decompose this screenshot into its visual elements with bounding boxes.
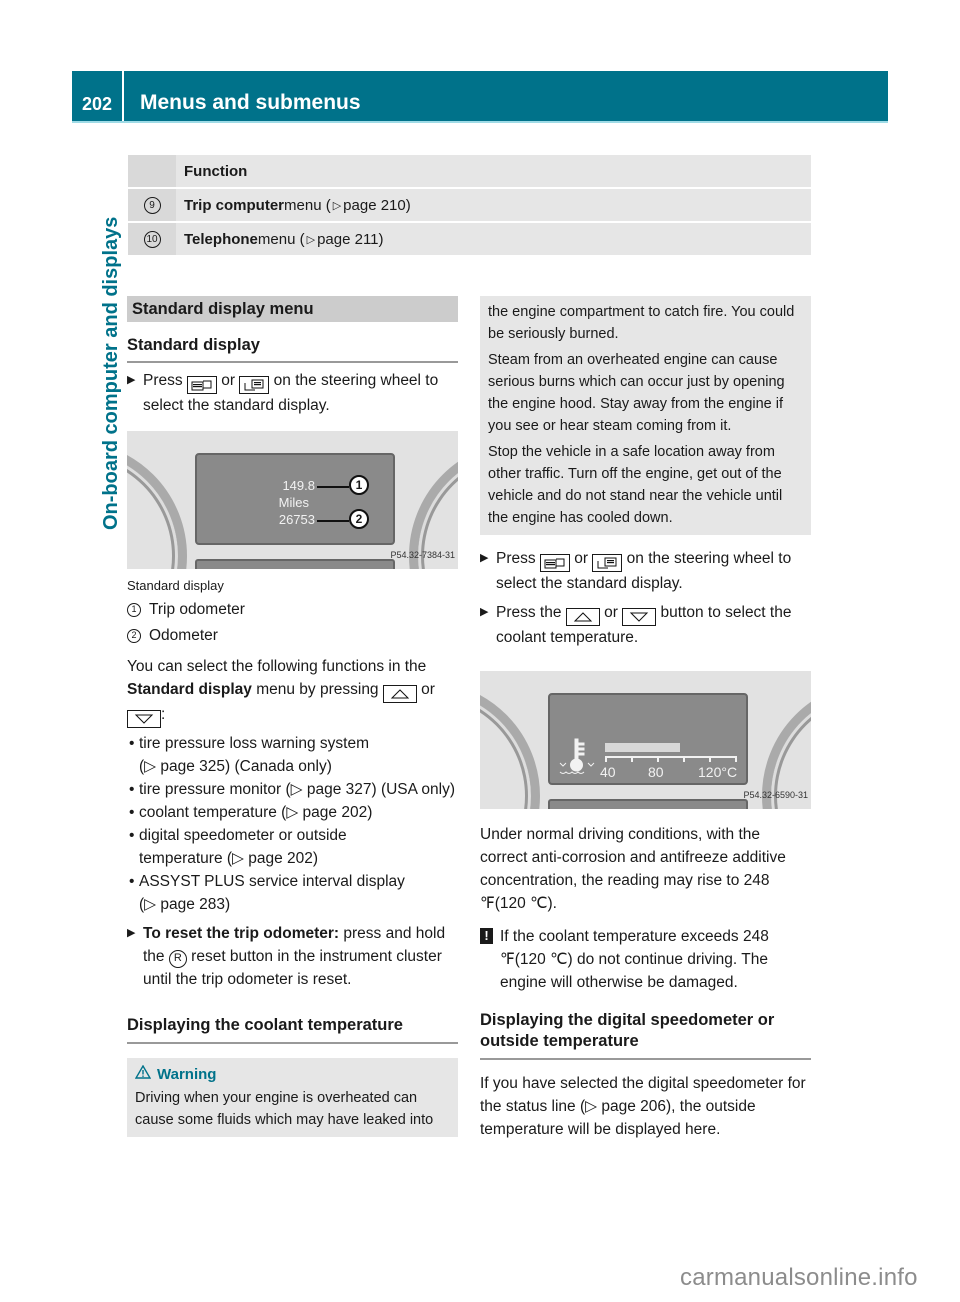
list-item: tire pressure loss warning system(▷ page… xyxy=(127,732,458,778)
speedometer-gauge xyxy=(127,441,187,569)
step-arrow-icon: ▶ xyxy=(127,374,136,386)
scale-label-80: 80 xyxy=(648,764,664,780)
instruction-step: ▶ Press the or button to select the cool… xyxy=(480,601,811,649)
function-list: tire pressure loss warning system(▷ page… xyxy=(127,732,458,916)
list-item: ASSYST PLUS service interval display(▷ p… xyxy=(127,870,458,916)
page-title: Menus and submenus xyxy=(140,91,361,114)
gauge-scale-line xyxy=(605,756,735,758)
gauge-tick xyxy=(657,756,659,762)
gauge-tick xyxy=(709,756,711,762)
list-item: coolant temperature (▷ page 202) xyxy=(127,801,458,824)
caution-note: ! If the coolant temperature exceeds 248… xyxy=(480,925,811,994)
trip-odometer-value: 149.8 xyxy=(282,478,315,493)
page-number: 202 xyxy=(72,71,124,121)
warning-triangle-icon xyxy=(134,1064,152,1086)
header-divider xyxy=(72,121,888,123)
page-header: 202 Menus and submenus xyxy=(72,71,888,121)
speedometer-gauge xyxy=(480,681,540,809)
page-ref-link[interactable]: page 211) xyxy=(317,231,383,248)
list-item: digital speedometer or outsidetemperatur… xyxy=(127,824,458,870)
gauge-tick xyxy=(735,756,737,762)
reset-button-icon: R xyxy=(168,949,187,968)
warning-box: Warning Driving when your engine is over… xyxy=(127,1058,458,1137)
display-forward-key-icon xyxy=(592,554,623,572)
instruction-step: ▶ To reset the trip odometer: press and … xyxy=(127,922,458,991)
warning-title: Warning xyxy=(157,1066,217,1083)
legend-item: 1 Trip odometer xyxy=(127,598,458,621)
figure-code: P54.32-7384-31 xyxy=(390,550,455,560)
coolant-gauge-graphic: 40 80 120°C xyxy=(559,738,737,780)
caution-icon: ! xyxy=(480,928,493,944)
page-ref-link[interactable]: page 210) xyxy=(343,197,411,214)
right-column: the engine compartment to catch fire. Yo… xyxy=(480,296,811,1141)
speedometer-heading: Displaying the digital speedometer or ou… xyxy=(480,994,811,1060)
table-header-function: Function xyxy=(184,162,248,180)
figure-code: P54.32-6590-31 xyxy=(743,790,808,800)
figure-caption: Standard display xyxy=(127,578,224,593)
gauge-tick xyxy=(683,756,685,762)
coolant-thermometer-icon xyxy=(559,738,595,774)
warning-text: Driving when your engine is overheated c… xyxy=(135,1090,434,1128)
page-ref-link[interactable]: ▷ page 206 xyxy=(585,1098,666,1115)
left-column: Standard display menu Standard display ▶… xyxy=(127,296,458,1137)
item-number-badge: 10 xyxy=(143,230,161,248)
step-arrow-icon: ▶ xyxy=(127,927,136,939)
gauge-tick xyxy=(605,756,607,762)
odometer-value: 26753 xyxy=(278,512,315,527)
up-key-icon xyxy=(565,608,600,626)
instruction-step: ▶ Press or on the steering wheel to sele… xyxy=(480,547,811,595)
page-ref-arrow-icon: ▷ xyxy=(332,199,342,212)
step-arrow-icon: ▶ xyxy=(480,552,489,564)
down-key-icon xyxy=(127,710,161,728)
callout-1: 1 xyxy=(349,475,369,495)
item-number-badge: 9 xyxy=(143,196,161,214)
up-key-icon xyxy=(382,685,417,703)
scale-label-40: 40 xyxy=(600,764,616,780)
row-title: Telephone xyxy=(184,230,258,248)
coolant-heading: Displaying the coolant temperature xyxy=(127,991,458,1044)
table-row: 10 Telephone menu (▷ page 211) xyxy=(128,223,811,257)
table-header-row: Function xyxy=(128,155,811,189)
display-forward-key-icon xyxy=(239,376,270,394)
normal-conditions-paragraph: Under normal driving conditions, with th… xyxy=(480,826,786,912)
step-arrow-icon: ▶ xyxy=(480,606,489,618)
display-back-key-icon xyxy=(186,376,217,394)
instruction-step: ▶ Press or on the steering wheel to sele… xyxy=(127,369,458,417)
speedometer-paragraph: If you have selected the digital speedom… xyxy=(480,1075,806,1138)
callout-2: 2 xyxy=(349,509,369,529)
coolant-level-bar xyxy=(605,743,680,752)
intro-paragraph: You can select the following functions i… xyxy=(127,655,458,728)
coolant-temperature-figure: 40 80 120°C P54.32-6590-31 xyxy=(480,671,811,809)
scale-label-120: 120°C xyxy=(698,764,737,780)
subheading: Standard display xyxy=(127,322,458,363)
function-table: Function 9 Trip computer menu (▷ page 21… xyxy=(128,155,811,257)
distance-unit: Miles xyxy=(278,495,309,510)
down-key-icon xyxy=(622,608,657,626)
section-title: Standard display menu xyxy=(127,296,458,322)
standard-display-figure: 149.8 Miles 26753 1 2 P54.32-7384-31 xyxy=(127,431,458,569)
gauge-tick xyxy=(631,756,633,762)
warning-box-continued: the engine compartment to catch fire. Yo… xyxy=(480,296,811,535)
legend-item: 2 Odometer xyxy=(127,624,458,647)
page-ref-arrow-icon: ▷ xyxy=(306,233,316,246)
table-row: 9 Trip computer menu (▷ page 210) xyxy=(128,189,811,223)
row-title: Trip computer xyxy=(184,196,285,214)
watermark: carmanualsonline.info xyxy=(680,1264,918,1291)
side-tab-label: On-board computer and displays xyxy=(100,216,122,530)
display-back-key-icon xyxy=(539,554,570,572)
list-item: tire pressure monitor (▷ page 327) (USA … xyxy=(127,778,458,801)
